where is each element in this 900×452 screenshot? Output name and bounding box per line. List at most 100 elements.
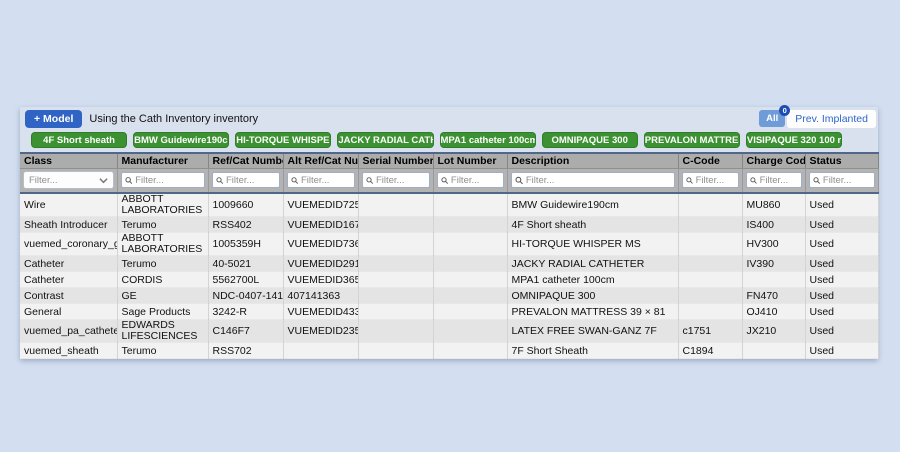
table-row[interactable]: WireABBOTT LABORATORIES1009660VUEMEDID72… — [20, 193, 878, 217]
column-header-status[interactable]: Status — [805, 153, 878, 168]
cell-lot — [433, 217, 507, 233]
column-header-c_code[interactable]: C-Code — [678, 153, 742, 168]
add-model-button[interactable]: + Model — [25, 110, 82, 128]
cell-alt_ref_cat: VUEMEDID7366 — [283, 233, 358, 256]
quick-add-button[interactable]: HI-TORQUE WHISPER ... — [235, 132, 331, 148]
cell-ref_cat: 3242-R — [208, 304, 283, 320]
cell-manufacturer: Terumo — [117, 217, 208, 233]
filter-input-alt_ref_cat[interactable] — [301, 175, 351, 186]
all-toggle-button[interactable]: All 0 — [759, 110, 785, 127]
quick-add-button[interactable]: PREVALON MATTRESS... — [644, 132, 740, 148]
search-icon — [291, 176, 298, 185]
cell-c_code — [678, 233, 742, 256]
cell-class: Sheath Introducer — [20, 217, 117, 233]
quick-add-button[interactable]: OMNIPAQUE 300 — [542, 132, 638, 148]
column-header-alt_ref_cat[interactable]: Alt Ref/Cat Numb... — [283, 153, 358, 168]
cell-charge_code: IV390 — [742, 256, 805, 272]
filter-input-status[interactable] — [823, 175, 871, 186]
filter-inputbox-description — [511, 172, 675, 188]
table-row[interactable]: vuemed_pa_catheterEDWARDS LIFESCIENCESC1… — [20, 320, 878, 343]
cell-description: BMW Guidewire190cm — [507, 193, 678, 217]
inventory-table: ClassManufacturerRef/Cat NumberAlt Ref/C… — [20, 152, 879, 359]
quick-add-button[interactable]: VISIPAQUE 320 100 ml — [746, 132, 842, 148]
cell-class: General — [20, 304, 117, 320]
filter-inputbox-status — [809, 172, 875, 188]
column-header-ref_cat[interactable]: Ref/Cat Number — [208, 153, 283, 168]
prev-implanted-toggle-button[interactable]: Prev. Implanted — [787, 110, 876, 128]
cell-description: 4F Short sheath — [507, 217, 678, 233]
column-header-lot[interactable]: Lot Number — [433, 153, 507, 168]
cell-charge_code: JX210 — [742, 320, 805, 343]
cell-description: PREVALON MATTRESS 39 × 81 — [507, 304, 678, 320]
cell-status: Used — [805, 320, 878, 343]
cell-lot — [433, 233, 507, 256]
filter-inputbox-alt_ref_cat — [287, 172, 355, 188]
filter-cell-c_code — [678, 168, 742, 193]
filter-select-class[interactable]: Filter... — [23, 171, 114, 189]
cell-status: Used — [805, 343, 878, 359]
table-row[interactable]: GeneralSage Products3242-RVUEMEDID433034… — [20, 304, 878, 320]
cell-c_code — [678, 256, 742, 272]
filter-inputbox-charge_code — [746, 172, 802, 188]
table-row[interactable]: vuemed_coronary_guide_wABBOTT LABORATORI… — [20, 233, 878, 256]
cell-manufacturer: ABBOTT LABORATORIES — [117, 233, 208, 256]
filter-input-serial[interactable] — [376, 175, 426, 186]
cell-class: Wire — [20, 193, 117, 217]
cell-alt_ref_cat: VUEMEDID433034 — [283, 304, 358, 320]
quick-add-button[interactable]: BMW Guidewire190cm — [133, 132, 229, 148]
search-icon — [125, 176, 133, 185]
table-row[interactable]: ContrastGENDC-0407-1413-63407141363OMNIP… — [20, 288, 878, 304]
cell-c_code — [678, 304, 742, 320]
cell-manufacturer: Terumo — [117, 343, 208, 359]
cell-status: Used — [805, 304, 878, 320]
cell-lot — [433, 343, 507, 359]
table-row[interactable]: CatheterCORDIS5562700LVUEMEDID3650MPA1 c… — [20, 272, 878, 288]
filter-inputbox-serial — [362, 172, 430, 188]
table-row[interactable]: Sheath IntroducerTerumoRSS402VUEMEDID167… — [20, 217, 878, 233]
cell-alt_ref_cat: VUEMEDID29122 — [283, 256, 358, 272]
column-header-charge_code[interactable]: Charge Code — [742, 153, 805, 168]
cell-serial — [358, 288, 433, 304]
cell-class: vuemed_pa_catheter — [20, 320, 117, 343]
quick-add-button[interactable]: 4F Short sheath — [31, 132, 127, 148]
cell-c_code: c1751 — [678, 320, 742, 343]
filter-cell-manufacturer — [117, 168, 208, 193]
cell-serial — [358, 217, 433, 233]
cell-charge_code: IS400 — [742, 217, 805, 233]
cell-lot — [433, 288, 507, 304]
filter-inputbox-ref_cat — [212, 172, 280, 188]
filter-input-ref_cat[interactable] — [226, 175, 276, 186]
column-header-description[interactable]: Description — [507, 153, 678, 168]
search-icon — [515, 176, 523, 185]
column-header-class[interactable]: Class — [20, 153, 117, 168]
filter-input-manufacturer[interactable] — [135, 175, 200, 186]
cell-status: Used — [805, 193, 878, 217]
cell-manufacturer: ABBOTT LABORATORIES — [117, 193, 208, 217]
cell-ref_cat: 40-5021 — [208, 256, 283, 272]
chevron-down-icon — [99, 177, 108, 184]
cell-c_code — [678, 193, 742, 217]
filter-input-lot[interactable] — [451, 175, 500, 186]
cell-description: HI-TORQUE WHISPER MS — [507, 233, 678, 256]
filter-cell-alt_ref_cat — [283, 168, 358, 193]
column-header-serial[interactable]: Serial Number — [358, 153, 433, 168]
filter-input-c_code[interactable] — [696, 175, 735, 186]
column-header-manufacturer[interactable]: Manufacturer — [117, 153, 208, 168]
cell-c_code — [678, 288, 742, 304]
cell-class: vuemed_sheath — [20, 343, 117, 359]
filter-input-charge_code[interactable] — [760, 175, 798, 186]
filter-inputbox-lot — [437, 172, 504, 188]
filter-cell-lot — [433, 168, 507, 193]
filter-input-description[interactable] — [526, 175, 671, 186]
cell-serial — [358, 320, 433, 343]
table-row[interactable]: CatheterTerumo40-5021VUEMEDID29122JACKY … — [20, 256, 878, 272]
cell-serial — [358, 272, 433, 288]
cell-manufacturer: Terumo — [117, 256, 208, 272]
inventory-subtitle: Using the Cath Inventory inventory — [89, 113, 759, 125]
cell-c_code: C1894 — [678, 343, 742, 359]
quick-add-button[interactable]: JACKY RADIAL CATHE... — [337, 132, 433, 148]
cell-manufacturer: CORDIS — [117, 272, 208, 288]
quick-add-button[interactable]: MPA1 catheter 100cm — [440, 132, 536, 148]
table-row[interactable]: vuemed_sheathTerumoRSS7027F Short Sheath… — [20, 343, 878, 359]
cell-manufacturer: GE — [117, 288, 208, 304]
